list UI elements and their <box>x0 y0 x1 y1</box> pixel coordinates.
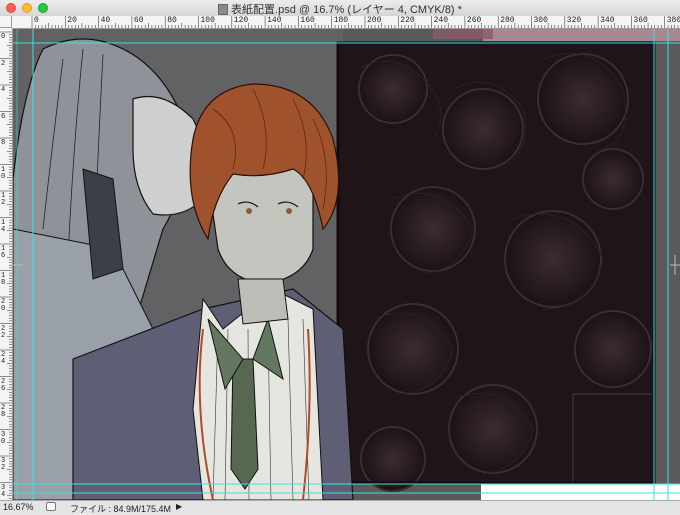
document-icon <box>218 4 229 15</box>
document-status-icon[interactable] <box>46 502 56 511</box>
ruler-top-label: 300 <box>533 16 548 25</box>
ruler-top-label: 240 <box>433 16 448 25</box>
ruler-origin[interactable] <box>0 16 12 28</box>
ruler-left-label: 32 <box>1 457 6 472</box>
ruler-left-label: 12 <box>1 192 6 207</box>
ruler-top-label: 140 <box>267 16 282 25</box>
horizontal-ruler[interactable]: 0 20 40 60 80 100 120 140 160 180 200 220 240 260 280 3… <box>12 16 680 29</box>
ruler-top-label: 200 <box>367 16 382 25</box>
ruler-left-label: 30 <box>1 430 6 446</box>
ruler-left-label: 10 <box>1 165 6 181</box>
ruler-top-label: 220 <box>400 16 415 25</box>
ruler-top-label: 60 <box>133 16 144 25</box>
ruler-top-label: 100 <box>200 16 215 25</box>
title-bar: 表紙配置.psd @ 16.7% (レイヤー 4, CMYK/8) * <box>0 0 680 17</box>
file-size-info: ファイル : 84.9M/175.4M <box>70 504 172 514</box>
ruler-left-label: 22 <box>1 324 6 340</box>
ruler-top-label: 0 <box>34 16 39 25</box>
ruler-top-label: 120 <box>233 16 249 25</box>
ruler-top-label: 180 <box>333 16 349 25</box>
vertical-ruler[interactable]: 0 2 4 6 8 10 12 14 16 18 20 22 24 26 28 30 32 34 <box>0 28 13 500</box>
ruler-left-label: 14 <box>1 218 6 234</box>
window-title: 表紙配置.psd @ 16.7% (レイヤー 4, CMYK/8) * <box>231 4 462 16</box>
ruler-left-label: 20 <box>1 298 6 313</box>
ruler-top-label: 40 <box>100 16 111 25</box>
zoom-level-field[interactable]: 16.67% <box>3 502 34 512</box>
ruler-left-label: 6 <box>1 112 6 121</box>
ruler-left-label: 26 <box>1 377 6 393</box>
flower-panel <box>336 41 656 492</box>
ruler-left-label: 28 <box>1 404 6 419</box>
ruler-ticks <box>0 31 12 499</box>
ruler-left-label: 16 <box>1 245 6 260</box>
ruler-left-label: 0 <box>1 33 6 41</box>
ruler-top-label: 280 <box>500 16 515 25</box>
ruler-left-label: 2 <box>1 59 6 68</box>
ruler-top-label: 160 <box>300 16 315 25</box>
ruler-top-label: 360 <box>633 16 648 25</box>
ruler-top-label: 320 <box>566 16 582 25</box>
ruler-left-label: 18 <box>1 271 6 287</box>
ruler-left-label: 34 <box>1 483 6 499</box>
ruler-top-label: 380 <box>666 16 680 25</box>
ruler-top-label: 20 <box>67 16 77 25</box>
ruler-top-label: 260 <box>466 16 482 25</box>
window-title-area: 表紙配置.psd @ 16.7% (レイヤー 4, CMYK/8) * <box>0 1 680 17</box>
ruler-left-label: 8 <box>1 139 6 147</box>
artwork <box>13 29 680 500</box>
ruler-left-label: 4 <box>1 86 6 94</box>
ruler-left-label: 24 <box>1 351 6 366</box>
ruler-top-label: 340 <box>600 16 615 25</box>
status-bar: 16.67% ファイル : 84.9M/175.4M ▶ <box>0 500 680 514</box>
ruler-top-label: 80 <box>167 16 177 25</box>
document-canvas[interactable] <box>13 29 680 500</box>
status-menu-arrow-icon[interactable]: ▶ <box>176 502 182 511</box>
